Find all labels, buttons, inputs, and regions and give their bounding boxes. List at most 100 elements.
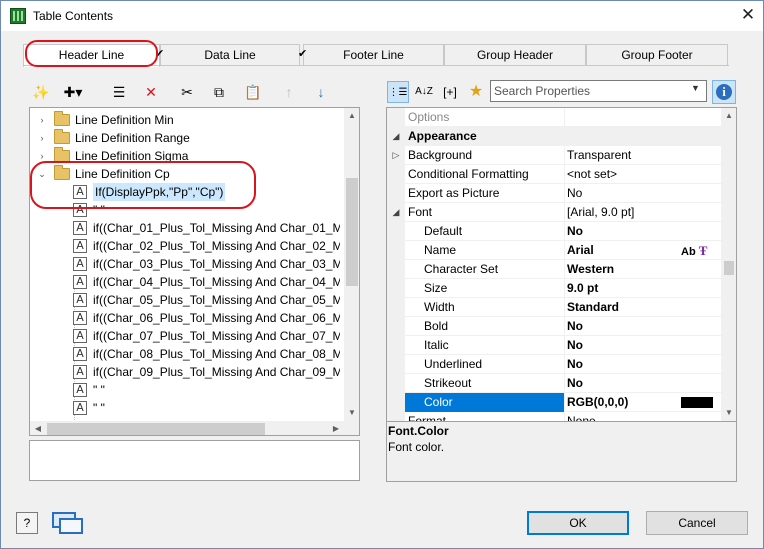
property-value[interactable]: 9.0 pt	[564, 279, 721, 298]
property-row[interactable]: Width Standard	[387, 298, 721, 317]
property-row[interactable]: Strikeout No	[387, 374, 721, 393]
property-value[interactable]: Transparent	[564, 146, 721, 165]
tree-vertical-scrollbar[interactable]: ▲ ▼	[344, 108, 359, 421]
tree-field-item[interactable]: A " "	[30, 399, 340, 417]
scroll-down-icon[interactable]: ▼	[344, 405, 359, 421]
tab-header-line[interactable]: Header Line	[23, 44, 160, 67]
property-value[interactable]	[564, 108, 721, 127]
property-row[interactable]: Bold No	[387, 317, 721, 336]
scroll-left-icon[interactable]: ◀	[30, 421, 46, 435]
property-value[interactable]: No	[564, 317, 721, 336]
chevron-down-icon[interactable]: ▼	[691, 83, 700, 93]
property-row[interactable]: Name Arial Ab Ŧ	[387, 241, 721, 260]
property-row[interactable]: Italic No	[387, 336, 721, 355]
property-value[interactable]: <not set>	[564, 165, 721, 184]
window-mode-button[interactable]	[50, 510, 84, 536]
tree-field-item[interactable]: A " "	[30, 201, 340, 219]
property-value[interactable]: No	[564, 222, 721, 241]
property-value[interactable]: No	[564, 355, 721, 374]
tree-folder-item[interactable]: › Line Definition Range	[30, 129, 340, 147]
property-row[interactable]: Size 9.0 pt	[387, 279, 721, 298]
wizard-icon[interactable]: ✨	[30, 81, 52, 103]
color-swatch[interactable]	[681, 397, 713, 408]
property-grid[interactable]: Options ◢ Appearance ▷ Background Transparent…	[386, 107, 737, 422]
property-value[interactable]: None	[564, 412, 721, 421]
chevron-right-icon[interactable]: ›	[36, 111, 48, 129]
scroll-up-icon[interactable]: ▲	[721, 108, 736, 124]
delete-icon[interactable]: ✕	[140, 81, 162, 103]
property-value[interactable]: [Arial, 9.0 pt]	[564, 203, 721, 222]
ok-button[interactable]: OK	[527, 511, 629, 535]
tree-field-item[interactable]: Aif((Char_04_Plus_Tol_Missing And Char_0…	[30, 273, 340, 291]
tree-field-item[interactable]: Aif((Char_09_Plus_Tol_Missing And Char_0…	[30, 363, 340, 381]
property-category[interactable]: ◢ Appearance	[387, 127, 721, 146]
font-picker-icon[interactable]: Ab Ŧ	[681, 241, 707, 262]
move-up-icon[interactable]: ↑	[278, 81, 300, 103]
tree-folder-item[interactable]: › Line Definition Min	[30, 111, 340, 129]
sort-az-icon[interactable]: A↓Z	[413, 81, 435, 103]
tab-data-line[interactable]: ✔ Data Line	[155, 44, 300, 66]
close-icon[interactable]: ✕	[738, 5, 758, 25]
expand-toggle-icon[interactable]: ▷	[387, 146, 405, 165]
chevron-down-icon[interactable]: ⌄	[36, 165, 48, 183]
property-value[interactable]: No	[564, 184, 721, 203]
property-value[interactable]: Standard	[564, 298, 721, 317]
tree-folder-item[interactable]: ⌄ Line Definition Cp	[30, 165, 340, 183]
tab-group-header[interactable]: Group Header	[444, 44, 586, 66]
property-value[interactable]: No	[564, 336, 721, 355]
property-row[interactable]: Export as Picture No	[387, 184, 721, 203]
property-row[interactable]: Color RGB(0,0,0)	[387, 393, 721, 412]
cut-icon[interactable]: ✂	[176, 81, 198, 103]
tree-horizontal-scrollbar[interactable]: ◀ ▶	[30, 421, 344, 435]
search-input[interactable]	[494, 83, 684, 99]
tree-field-item[interactable]: Aif((Char_05_Plus_Tol_Missing And Char_0…	[30, 291, 340, 309]
expand-toggle-icon[interactable]: ◢	[387, 203, 405, 222]
scroll-thumb-horizontal[interactable]	[47, 423, 265, 435]
expand-all-icon[interactable]: [+]	[439, 81, 461, 103]
tree-field-item[interactable]: A If(DisplayPpk,"Pp","Cp")	[30, 183, 340, 201]
help-button[interactable]: ?	[16, 512, 38, 534]
tree-folder-item[interactable]: › Line Definition Sigma	[30, 147, 340, 165]
search-properties-combo[interactable]: ▼	[490, 80, 707, 102]
categorized-icon[interactable]: ⋮☰	[387, 81, 409, 103]
tree-field-item[interactable]: A " "	[30, 381, 340, 399]
property-value[interactable]: Arial Ab Ŧ	[564, 241, 721, 260]
properties-icon[interactable]: ☰	[108, 81, 130, 103]
tab-footer-line[interactable]: ✔ Footer Line	[298, 44, 444, 66]
chevron-right-icon[interactable]: ›	[36, 147, 48, 165]
tree-field-item[interactable]: Aif((Char_07_Plus_Tol_Missing And Char_0…	[30, 327, 340, 345]
expand-toggle-icon[interactable]: ◢	[387, 127, 405, 146]
property-row[interactable]: Conditional Formatting <not set>	[387, 165, 721, 184]
scroll-thumb[interactable]	[346, 178, 358, 286]
tab-group-footer[interactable]: Group Footer	[586, 44, 728, 66]
property-row[interactable]: ▷ Background Transparent	[387, 146, 721, 165]
content-tree[interactable]: › Line Definition Min › Line Definition Ran…	[29, 107, 360, 436]
property-row[interactable]: Underlined No	[387, 355, 721, 374]
scroll-down-icon[interactable]: ▼	[721, 405, 736, 421]
property-vertical-scrollbar[interactable]: ▲ ▼	[721, 108, 736, 421]
tree-field-item[interactable]: Aif((Char_06_Plus_Tol_Missing And Char_0…	[30, 309, 340, 327]
property-value[interactable]: RGB(0,0,0)	[564, 393, 721, 412]
tree-field-item[interactable]: Aif((Char_01_Plus_Tol_Missing And Char_0…	[30, 219, 340, 237]
property-row[interactable]: Character Set Western	[387, 260, 721, 279]
property-row[interactable]: Options	[387, 108, 721, 127]
favorites-icon[interactable]: ★	[465, 81, 487, 103]
scroll-thumb[interactable]	[724, 261, 734, 275]
property-value[interactable]: No	[564, 374, 721, 393]
property-value[interactable]: Western	[564, 260, 721, 279]
tree-field-item[interactable]: Aif((Char_08_Plus_Tol_Missing And Char_0…	[30, 345, 340, 363]
property-row[interactable]: ◢ Font [Arial, 9.0 pt]	[387, 203, 721, 222]
copy-icon[interactable]: ⧉	[208, 81, 230, 103]
info-button[interactable]: i	[712, 80, 736, 104]
scroll-right-icon[interactable]: ▶	[328, 421, 344, 435]
property-row[interactable]: Format None	[387, 412, 721, 421]
scroll-up-icon[interactable]: ▲	[344, 108, 359, 124]
chevron-right-icon[interactable]: ›	[36, 129, 48, 147]
property-row[interactable]: Default No	[387, 222, 721, 241]
cancel-button[interactable]: Cancel	[646, 511, 748, 535]
paste-icon[interactable]: 📋	[242, 81, 264, 103]
move-down-icon[interactable]: ↓	[310, 81, 332, 103]
tree-field-item[interactable]: Aif((Char_02_Plus_Tol_Missing And Char_0…	[30, 237, 340, 255]
new-item-icon[interactable]: ✚▾	[62, 81, 84, 103]
tree-field-item[interactable]: Aif((Char_03_Plus_Tol_Missing And Char_0…	[30, 255, 340, 273]
